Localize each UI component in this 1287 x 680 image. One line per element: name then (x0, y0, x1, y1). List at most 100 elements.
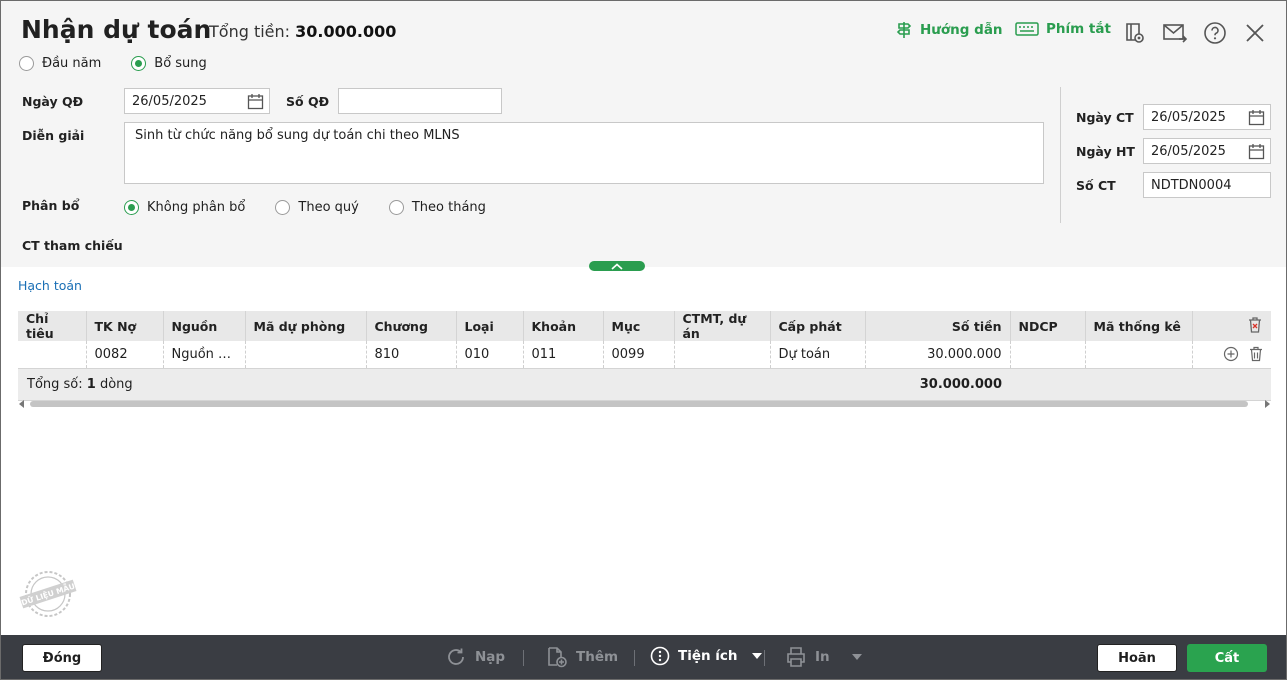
radio-bo-sung[interactable]: Bổ sung (131, 56, 207, 71)
col-header[interactable]: NDCP (1010, 311, 1086, 341)
ngay-ct-field[interactable]: 26/05/2025 (1143, 104, 1271, 130)
cell[interactable]: 30.000.000 (865, 341, 1011, 369)
ngay-ht-field[interactable]: 26/05/2025 (1143, 138, 1271, 164)
ct-tham-chieu-label: CT tham chiếu (22, 238, 123, 253)
delete-all-icon[interactable] (1247, 316, 1263, 333)
toolbar-separator (634, 650, 635, 666)
cell[interactable] (18, 341, 87, 369)
scrollbar-thumb[interactable] (30, 401, 1248, 407)
radio-khong-phan-bo[interactable]: Không phân bổ (124, 200, 245, 215)
col-header[interactable]: Cấp phát (770, 311, 866, 341)
cell[interactable]: Dự toán (770, 341, 866, 369)
help-icon[interactable] (1202, 20, 1228, 46)
col-header[interactable]: TK Nợ (86, 311, 164, 341)
col-header[interactable]: Loại (456, 311, 524, 341)
footer-total: 30.000.000 (865, 368, 1010, 401)
delete-row-icon[interactable] (1249, 346, 1263, 362)
total-label: Tổng tiền: (209, 22, 291, 41)
radio-circle (388, 200, 404, 215)
radio-label: Đầu năm (42, 56, 102, 71)
printer-icon (787, 647, 805, 667)
calendar-icon[interactable] (1248, 109, 1265, 126)
add-button[interactable]: Thêm (546, 646, 618, 668)
reload-label: Nạp (475, 649, 506, 665)
so-qd-field[interactable] (338, 88, 502, 114)
close-icon[interactable] (1242, 20, 1268, 46)
delete-all-cell (1192, 311, 1271, 341)
col-header[interactable]: Chương (366, 311, 457, 341)
dialog-window: Nhận dự toán Tổng tiền: 30.000.000 Hướng… (0, 0, 1287, 680)
dien-giai-field[interactable]: Sinh từ chức năng bổ sung dự toán chi th… (124, 122, 1044, 184)
radio-theo-quy[interactable]: Theo quý (275, 200, 359, 215)
radio-label: Theo quý (298, 200, 359, 215)
so-ct-label: Số CT (1076, 178, 1116, 193)
radio-circle (131, 56, 147, 71)
reload-button[interactable]: Nạp (445, 646, 505, 668)
col-header[interactable]: Nguồn (163, 311, 246, 341)
radio-theo-thang[interactable]: Theo tháng (388, 200, 486, 215)
ngay-ct-value: 26/05/2025 (1151, 109, 1226, 125)
utilities-button[interactable]: Tiện ích (650, 646, 762, 666)
cell[interactable]: Nguồn n... (163, 341, 246, 369)
sample-data-stamp: DỮ LIỆU MẪU (17, 569, 79, 623)
toolbar-separator (523, 650, 524, 666)
add-label: Thêm (576, 649, 619, 665)
form-divider (1060, 87, 1061, 223)
ngay-ct-label: Ngày CT (1076, 110, 1134, 125)
col-header[interactable]: Chỉ tiêu (18, 311, 87, 341)
radio-dau-nam[interactable]: Đầu năm (19, 56, 101, 71)
phan-bo-label: Phân bổ (22, 198, 80, 213)
col-header[interactable]: Số tiền (865, 311, 1011, 341)
more-options-icon (650, 646, 670, 666)
scroll-left-icon[interactable] (18, 400, 26, 408)
scroll-right-icon[interactable] (1263, 400, 1271, 408)
so-ct-field[interactable]: NDTDN0004 (1143, 172, 1271, 198)
view-book-icon[interactable] (1122, 20, 1148, 46)
cell[interactable]: 0082 (86, 341, 164, 369)
cell[interactable] (245, 341, 367, 369)
caret-down-icon (751, 653, 762, 659)
cell[interactable]: 0099 (603, 341, 675, 369)
ngay-qd-value: 26/05/2025 (132, 93, 207, 109)
row-count-suffix: dòng (95, 376, 133, 392)
footer-empty (1010, 368, 1271, 401)
cancel-button[interactable]: Hoãn (1097, 644, 1177, 672)
collapse-header-button[interactable] (589, 261, 645, 271)
dien-giai-value: Sinh từ chức năng bổ sung dự toán chi th… (135, 128, 460, 143)
col-header[interactable]: Khoản (523, 311, 604, 341)
ngay-qd-field[interactable]: 26/05/2025 (124, 88, 270, 114)
save-button[interactable]: Cất (1187, 644, 1267, 672)
row-count: Tổng số: 1 dòng (18, 368, 865, 401)
cell[interactable] (1085, 341, 1193, 369)
col-header[interactable]: CTMT, dự án (674, 311, 771, 341)
stamp-text: DỮ LIỆU MẪU (20, 581, 76, 608)
calendar-icon[interactable] (247, 93, 264, 110)
guide-label: Hướng dẫn (920, 22, 1003, 38)
shortcut-link[interactable]: Phím tắt (1015, 21, 1111, 37)
radio-circle (275, 200, 291, 215)
cell[interactable]: 010 (456, 341, 524, 369)
add-document-icon (548, 647, 567, 668)
type-radio-group: Đầu năm Bổ sung (19, 56, 237, 71)
dien-giai-label: Diễn giải (22, 128, 85, 143)
cell[interactable]: 810 (366, 341, 457, 369)
table-row[interactable]: 0082 Nguồn n... 810 010 011 0099 Dự toán… (18, 341, 1271, 369)
col-header[interactable]: Mã dự phòng (245, 311, 367, 341)
close-button[interactable]: Đóng (22, 644, 102, 672)
cell[interactable]: 011 (523, 341, 604, 369)
horizontal-scrollbar[interactable] (18, 399, 1271, 409)
caret-down-icon (851, 654, 862, 660)
total-value: 30.000.000 (295, 22, 397, 41)
col-header[interactable]: Mục (603, 311, 675, 341)
send-mail-icon[interactable] (1162, 20, 1188, 46)
cell[interactable] (1010, 341, 1086, 369)
print-button[interactable]: In (785, 646, 862, 668)
cell[interactable] (674, 341, 771, 369)
add-row-icon[interactable] (1223, 346, 1239, 362)
utilities-label: Tiện ích (678, 648, 738, 664)
tab-hach-toan[interactable]: Hạch toán (18, 278, 82, 293)
phan-bo-radio-group: Không phân bổ Theo quý Theo tháng (124, 200, 516, 215)
guide-link[interactable]: Hướng dẫn (895, 21, 1003, 39)
calendar-icon[interactable] (1248, 143, 1265, 160)
col-header[interactable]: Mã thống kê (1085, 311, 1193, 341)
